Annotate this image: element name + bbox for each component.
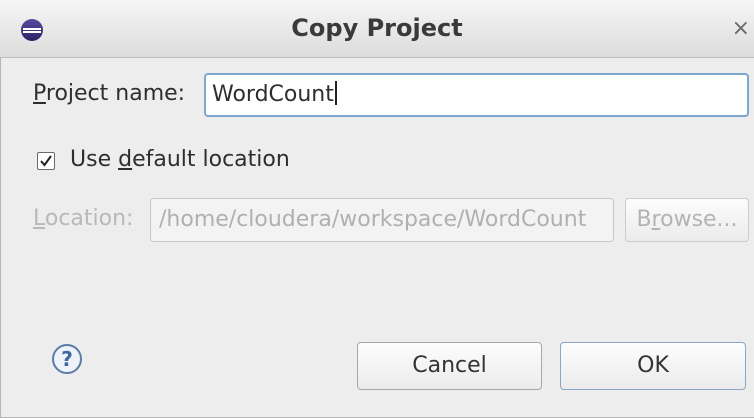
project-name-label: Project name: [33, 81, 186, 106]
title-bar: Copy Project × [0, 0, 754, 58]
use-default-location-checkbox[interactable] [37, 152, 55, 170]
text-caret [334, 81, 337, 105]
browse-button: Browse... [625, 198, 749, 242]
window-title: Copy Project [291, 14, 463, 42]
checkmark-icon [40, 155, 52, 167]
project-name-input[interactable]: WordCount [204, 73, 749, 117]
use-default-location-label[interactable]: Use default location [70, 147, 290, 172]
dialog-border-left [0, 57, 1, 418]
close-icon[interactable]: × [732, 18, 750, 40]
ok-button[interactable]: OK [560, 342, 746, 390]
help-icon[interactable]: ? [52, 344, 82, 374]
cancel-button[interactable]: Cancel [357, 342, 542, 390]
location-label: Location: [33, 206, 134, 231]
location-input: /home/cloudera/workspace/WordCount [150, 198, 614, 242]
